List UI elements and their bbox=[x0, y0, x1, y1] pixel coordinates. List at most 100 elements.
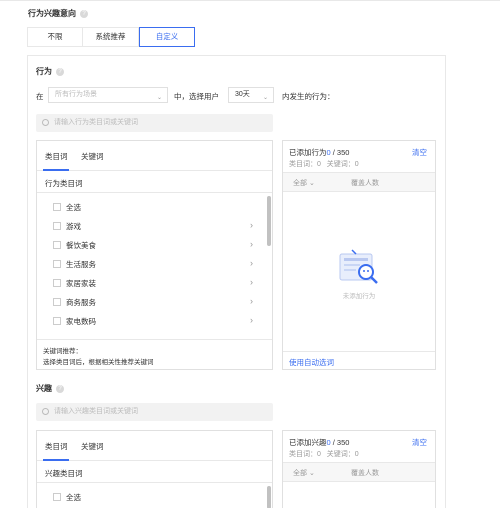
added-footer: 使用自动选词 bbox=[283, 351, 435, 367]
in-label: 在 bbox=[36, 92, 44, 101]
search-icon bbox=[42, 119, 49, 126]
chevron-right-icon[interactable]: › bbox=[250, 258, 253, 268]
list-item[interactable]: 全选 bbox=[37, 198, 265, 217]
added-behavior-count: 已添加行为0 / 350 bbox=[289, 147, 349, 158]
checkbox[interactable] bbox=[53, 279, 61, 287]
list-item-label: 商务服务 bbox=[66, 298, 96, 307]
interest-added-box: 已添加兴趣0 / 350 清空 类目词：0 关键词：0 全部 ⌄ 覆盖人数 bbox=[282, 430, 436, 508]
behavior-direction-title: 行为兴趣意向? bbox=[28, 8, 88, 19]
interest-subcounts: 类目词：0 关键词：0 bbox=[289, 449, 359, 459]
empty-text: 未添加行为 bbox=[342, 293, 376, 300]
tab-category-word[interactable]: 类目词 bbox=[45, 151, 68, 162]
interest-filter-all-label: 全部 bbox=[293, 470, 307, 477]
checkbox[interactable] bbox=[53, 317, 61, 325]
chevron-down-icon: ⌄ bbox=[262, 95, 268, 101]
list-scrollbar[interactable] bbox=[267, 196, 271, 246]
help-icon[interactable]: ? bbox=[80, 9, 88, 18]
behavior-tabs: 类目词 关键词 bbox=[37, 141, 272, 171]
checkbox[interactable] bbox=[53, 203, 61, 211]
behavior-direction-title-text: 行为兴趣意向 bbox=[28, 9, 76, 18]
list-item[interactable]: 餐饮美食 › bbox=[37, 236, 265, 255]
chevron-down-icon: ⌄ bbox=[308, 180, 315, 187]
interest-filter-all-dropdown[interactable]: 全部 ⌄ bbox=[293, 468, 315, 478]
list-item[interactable]: 家电数码 › bbox=[37, 312, 265, 331]
behavior-category-list: 全选 游戏 › 餐饮美食 › 生活服务 › 家居家装 › 商务服务 › 家电数码 › bbox=[37, 198, 272, 338]
chevron-right-icon[interactable]: › bbox=[250, 220, 253, 230]
chevron-down-icon: ⌄ bbox=[308, 470, 315, 477]
behavior-scene-select[interactable]: 所有行为场景 ⌄ bbox=[48, 87, 168, 103]
days-select[interactable]: 30天 ⌄ bbox=[228, 87, 274, 103]
behavior-scene-placeholder: 所有行为场景 bbox=[55, 91, 97, 98]
option-unlimited[interactable]: 不限 bbox=[27, 27, 83, 47]
checkbox[interactable] bbox=[53, 241, 61, 249]
tab-keyword[interactable]: 关键词 bbox=[81, 151, 104, 162]
list-item[interactable]: 生活服务 › bbox=[37, 255, 265, 274]
behavior-search-placeholder: 请输入行为类目词或关键词 bbox=[54, 119, 138, 126]
interest-coverage-column: 覆盖人数 bbox=[351, 470, 379, 477]
behavior-category-box: 类目词 关键词 行为类目词 全选 游戏 › 餐饮美食 › 生活服务 › 家居家装 › 商务服务 › 家… bbox=[36, 140, 273, 370]
list-item-label: 家居家装 bbox=[66, 279, 96, 288]
interest-category-count: 类目词：0 bbox=[289, 451, 321, 458]
interest-table-header: 全部 ⌄ 覆盖人数 bbox=[283, 462, 435, 482]
checkbox[interactable] bbox=[53, 493, 61, 501]
interest-keyword-count: 关键词：0 bbox=[326, 451, 359, 458]
checkbox[interactable] bbox=[53, 260, 61, 268]
chevron-right-icon[interactable]: › bbox=[250, 277, 253, 287]
category-count: 类目词：0 bbox=[289, 161, 321, 168]
interest-category-box: 类目词 关键词 兴趣类目词 全选 bbox=[36, 430, 273, 508]
checkbox[interactable] bbox=[53, 298, 61, 306]
behavior-search-input[interactable]: 请输入行为类目词或关键词 bbox=[36, 114, 273, 132]
interest-clear-button[interactable]: 清空 bbox=[412, 437, 427, 448]
added-label: 已添加行为 bbox=[289, 148, 327, 157]
after-label: 内发生的行为： bbox=[282, 92, 335, 101]
list-item-label: 全选 bbox=[66, 493, 81, 502]
chevron-right-icon[interactable]: › bbox=[250, 296, 253, 306]
interest-tabs: 类目词 关键词 bbox=[37, 431, 272, 461]
list-item-label: 家电数码 bbox=[66, 317, 96, 326]
chevron-right-icon[interactable]: › bbox=[250, 315, 253, 325]
empty-illustration-icon bbox=[339, 249, 378, 284]
list-item-label: 生活服务 bbox=[66, 260, 96, 269]
option-custom[interactable]: 自定义 bbox=[139, 27, 195, 47]
coverage-column: 覆盖人数 bbox=[351, 180, 379, 187]
auto-expand-button[interactable]: 使用自动选词 bbox=[289, 357, 334, 368]
recommend-title: 关键词推荐： bbox=[43, 348, 82, 355]
list-item[interactable]: 全选 bbox=[37, 488, 265, 507]
list-item-label: 全选 bbox=[66, 203, 81, 212]
list-item-label: 游戏 bbox=[66, 222, 81, 231]
list-header-text: 行为类目词 bbox=[45, 179, 83, 188]
interest-added-count: 0 bbox=[326, 438, 331, 447]
recommend-box: 关键词推荐： 选择类目词后，根据相关性推荐关键词 bbox=[37, 339, 272, 366]
top-divider bbox=[0, 0, 500, 5]
list-header: 行为类目词 bbox=[37, 171, 272, 193]
days-value: 30天 bbox=[235, 91, 250, 98]
recommend-desc: 选择类目词后，根据相关性推荐关键词 bbox=[43, 359, 154, 366]
chevron-down-icon: ⌄ bbox=[156, 95, 162, 101]
tab-category-word[interactable]: 类目词 bbox=[45, 441, 68, 452]
middle-label: 中，选择用户 bbox=[174, 92, 219, 101]
filter-all-dropdown[interactable]: 全部 ⌄ bbox=[293, 178, 315, 188]
added-max: / 350 bbox=[332, 148, 350, 157]
added-count: 0 bbox=[326, 148, 331, 157]
list-item[interactable]: 游戏 › bbox=[37, 217, 265, 236]
behavior-help-icon[interactable]: ? bbox=[56, 67, 64, 76]
tab-keyword[interactable]: 关键词 bbox=[81, 441, 104, 452]
list-item[interactable]: 家居家装 › bbox=[37, 274, 265, 293]
interest-search-placeholder: 请输入兴趣类目词或关键词 bbox=[54, 408, 138, 415]
interest-help-icon[interactable]: ? bbox=[56, 384, 64, 393]
added-subcounts: 类目词：0 关键词：0 bbox=[289, 159, 359, 169]
interest-list-header: 兴趣类目词 bbox=[37, 461, 272, 483]
interest-search-input[interactable]: 请输入兴趣类目词或关键词 bbox=[36, 403, 273, 421]
clear-button[interactable]: 清空 bbox=[412, 147, 427, 158]
behavior-direction-options: 不限 系统推荐 自定义 bbox=[27, 27, 195, 47]
list-item[interactable]: 商务服务 › bbox=[37, 293, 265, 312]
interest-list-header-text: 兴趣类目词 bbox=[45, 469, 83, 478]
behavior-added-box: 已添加行为0 / 350 清空 类目词：0 关键词：0 全部 ⌄ 覆盖人数 未添… bbox=[282, 140, 436, 370]
interest-category-list: 全选 bbox=[37, 488, 272, 508]
interest-added-label: 已添加兴趣 bbox=[289, 438, 327, 447]
chevron-right-icon[interactable]: › bbox=[250, 239, 253, 249]
interest-list-scrollbar[interactable] bbox=[267, 486, 271, 508]
checkbox[interactable] bbox=[53, 222, 61, 230]
option-system-recommend[interactable]: 系统推荐 bbox=[83, 27, 139, 47]
filter-all-label: 全部 bbox=[293, 180, 307, 187]
